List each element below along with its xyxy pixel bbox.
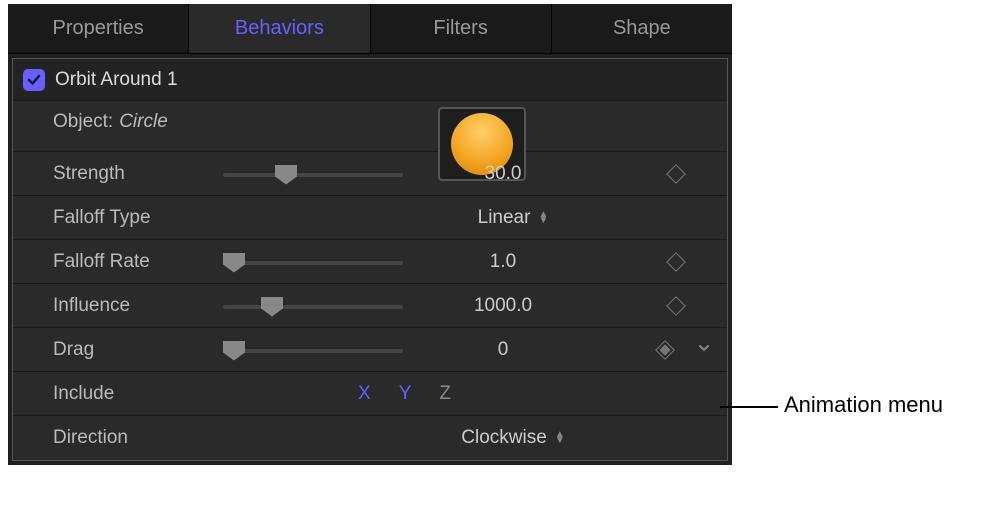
slider-drag[interactable] bbox=[223, 340, 403, 360]
row-influence: Influence 1000.0 bbox=[13, 284, 727, 328]
tab-bar: Properties Behaviors Filters Shape bbox=[8, 4, 732, 54]
value-falloff-rate[interactable]: 1.0 bbox=[443, 251, 563, 273]
axis-x[interactable]: X bbox=[358, 383, 371, 405]
row-direction: Direction Clockwise ▲▼ bbox=[13, 416, 727, 460]
tab-filters[interactable]: Filters bbox=[371, 4, 552, 53]
label-include: Include bbox=[53, 383, 223, 405]
value-influence[interactable]: 1000.0 bbox=[443, 295, 563, 317]
value-strength[interactable]: 30.0 bbox=[443, 163, 563, 185]
object-row: Object: Circle bbox=[13, 101, 727, 152]
tab-properties[interactable]: Properties bbox=[8, 4, 189, 53]
keyframe-falloff-rate[interactable] bbox=[666, 252, 686, 272]
inspector-panel: Properties Behaviors Filters Shape Orbit… bbox=[8, 4, 732, 465]
keyframe-drag[interactable] bbox=[655, 340, 675, 360]
callout-line bbox=[720, 406, 778, 408]
updown-icon: ▲▼ bbox=[538, 212, 548, 224]
label-drag: Drag bbox=[53, 339, 223, 361]
label-strength: Strength bbox=[53, 163, 223, 185]
behavior-title: Orbit Around 1 bbox=[55, 69, 178, 91]
object-label: Object: bbox=[53, 111, 113, 133]
axis-y[interactable]: Y bbox=[399, 383, 412, 405]
label-direction: Direction bbox=[53, 427, 223, 449]
object-name: Circle bbox=[119, 111, 168, 133]
label-influence: Influence bbox=[53, 295, 223, 317]
row-include: Include X Y Z bbox=[13, 372, 727, 416]
row-drag: Drag 0 bbox=[13, 328, 727, 372]
row-falloff-rate: Falloff Rate 1.0 bbox=[13, 240, 727, 284]
include-axes: X Y Z bbox=[358, 383, 451, 405]
slider-influence[interactable] bbox=[223, 296, 403, 316]
label-falloff-rate: Falloff Rate bbox=[53, 251, 223, 273]
dropdown-falloff-type[interactable]: Linear ▲▼ bbox=[443, 207, 583, 229]
dropdown-direction[interactable]: Clockwise ▲▼ bbox=[443, 427, 583, 449]
keyframe-strength[interactable] bbox=[666, 164, 686, 184]
slider-falloff-rate[interactable] bbox=[223, 252, 403, 272]
label-falloff-type: Falloff Type bbox=[53, 207, 223, 229]
value-drag[interactable]: 0 bbox=[443, 339, 563, 361]
keyframe-influence[interactable] bbox=[666, 296, 686, 316]
behavior-header: Orbit Around 1 bbox=[13, 59, 727, 101]
inspector-body: Orbit Around 1 Object: Circle Strength 3… bbox=[12, 58, 728, 461]
callout-label: Animation menu bbox=[784, 392, 943, 418]
dropdown-direction-text: Clockwise bbox=[461, 427, 547, 449]
row-falloff-type: Falloff Type Linear ▲▼ bbox=[13, 196, 727, 240]
updown-icon: ▲▼ bbox=[555, 432, 565, 444]
enable-checkbox[interactable] bbox=[23, 69, 45, 91]
row-strength: Strength 30.0 bbox=[13, 152, 727, 196]
dropdown-falloff-type-text: Linear bbox=[478, 207, 531, 229]
animation-menu-chevron[interactable] bbox=[697, 341, 711, 358]
axis-z[interactable]: Z bbox=[439, 383, 451, 405]
tab-behaviors[interactable]: Behaviors bbox=[189, 4, 370, 53]
tab-shape[interactable]: Shape bbox=[552, 4, 732, 53]
slider-strength[interactable] bbox=[223, 164, 403, 184]
